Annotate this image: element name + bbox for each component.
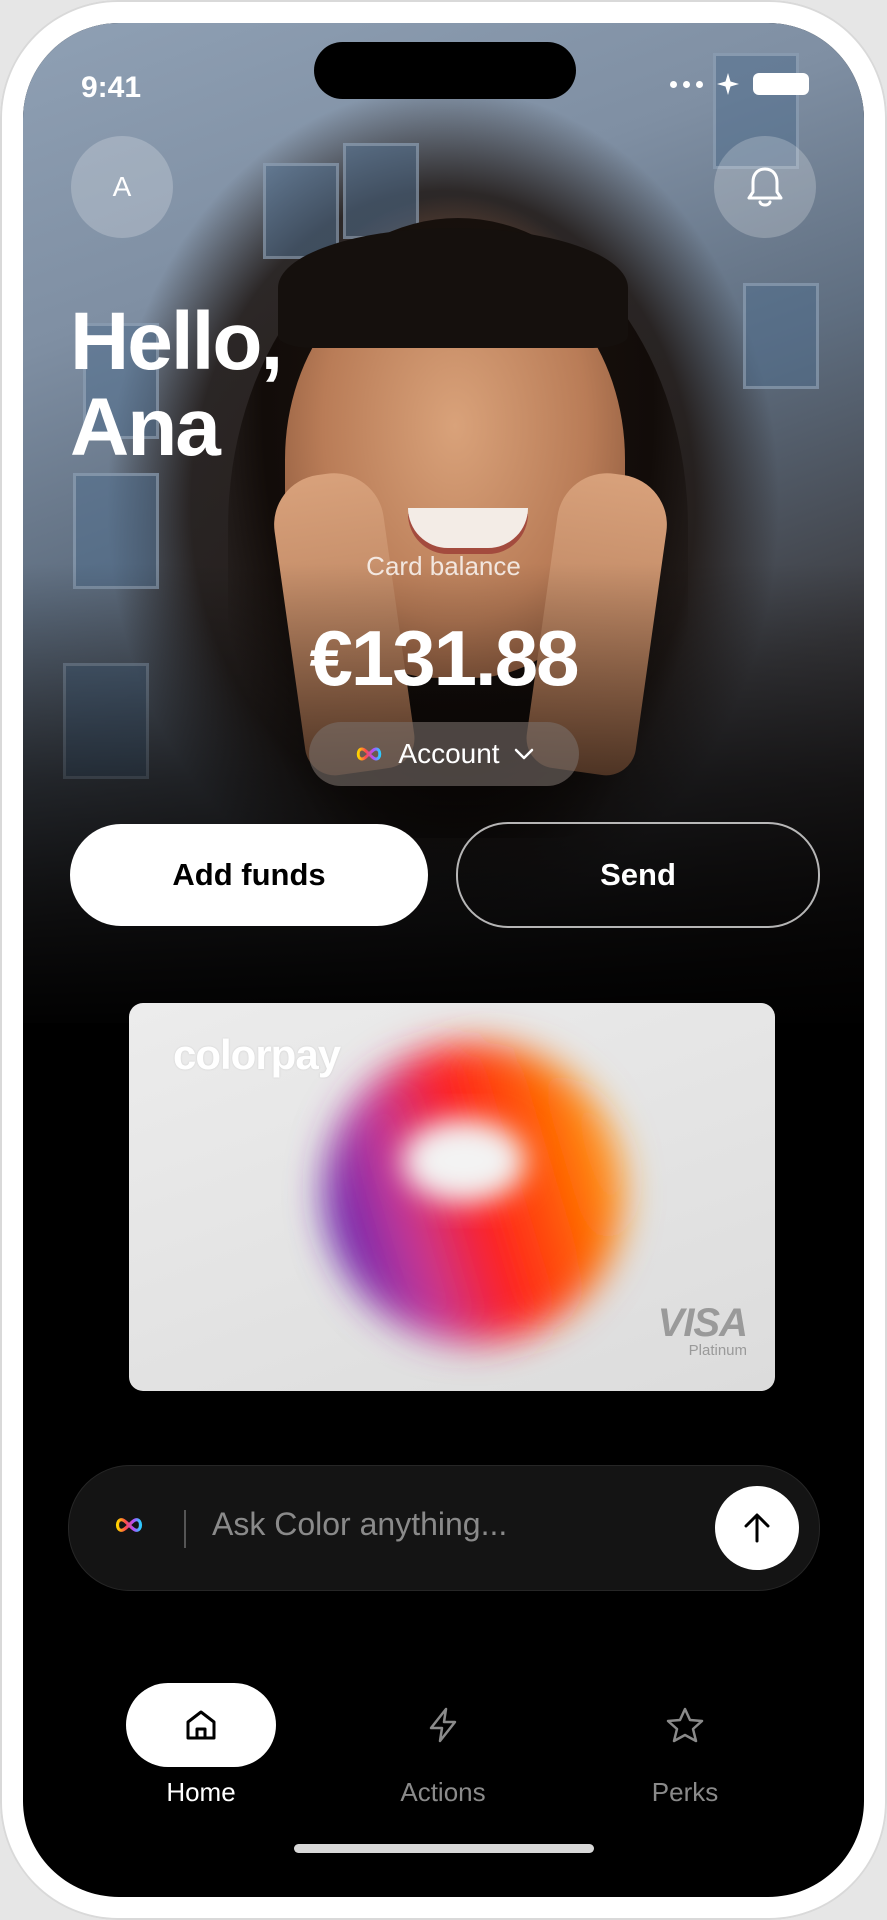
tab-home[interactable]: Home xyxy=(126,1683,276,1808)
avatar-button[interactable]: A xyxy=(71,136,173,238)
tab-perks-highlight xyxy=(610,1683,760,1767)
tab-actions-highlight xyxy=(368,1683,518,1767)
home-indicator xyxy=(294,1844,594,1853)
ask-color-bar[interactable]: Ask Color anything... xyxy=(68,1465,820,1591)
tab-actions-label: Actions xyxy=(400,1777,486,1807)
status-time: 9:41 xyxy=(81,71,142,104)
avatar-initial: A xyxy=(112,171,132,202)
send-button[interactable]: Send xyxy=(456,822,820,928)
card-network: VISA Platinum xyxy=(657,1301,748,1359)
greeting: Hello, Ana xyxy=(70,296,283,473)
balance-amount: €131.88 xyxy=(309,614,580,702)
visa-logo: VISA xyxy=(657,1301,748,1345)
colorpay-logo-icon xyxy=(115,1518,143,1532)
home-icon xyxy=(186,1710,216,1740)
tab-actions[interactable]: Actions xyxy=(368,1683,518,1808)
signal-dots-icon xyxy=(670,80,703,88)
ask-send-button[interactable] xyxy=(715,1486,799,1570)
card-brand-text: colorpay xyxy=(173,1031,341,1078)
balance-label: Card balance xyxy=(366,551,521,581)
add-funds-button[interactable]: Add funds xyxy=(70,824,428,926)
tab-home-highlight xyxy=(126,1683,276,1767)
account-label: Account xyxy=(398,738,500,769)
greeting-line-1: Hello, xyxy=(70,296,283,387)
battery-icon xyxy=(753,73,809,95)
device-frame: 9:41 A Hello, Ana Card balance €131.88 A… xyxy=(0,0,887,1920)
colorpay-logo-icon xyxy=(357,747,382,761)
tab-home-label: Home xyxy=(166,1777,236,1807)
dynamic-island xyxy=(314,42,576,99)
bell-icon xyxy=(747,167,783,207)
tab-perks-label: Perks xyxy=(651,1777,719,1807)
star-icon xyxy=(666,1707,704,1743)
lightning-icon xyxy=(429,1707,457,1743)
tab-perks[interactable]: Perks xyxy=(610,1683,760,1808)
bangs xyxy=(278,228,628,348)
notifications-button[interactable] xyxy=(714,136,816,238)
building-window xyxy=(743,283,819,389)
arrow-up-icon xyxy=(744,1513,770,1543)
building-window xyxy=(263,163,339,259)
payment-card[interactable]: colorpay VISA Platinum xyxy=(129,1003,775,1391)
card-brand-logo: colorpay xyxy=(173,1031,341,1079)
greeting-name: Ana xyxy=(70,382,221,473)
chevron-down-icon xyxy=(514,748,533,760)
sparkle-icon xyxy=(717,73,739,95)
ask-divider xyxy=(184,1510,186,1548)
screen: 9:41 A Hello, Ana Card balance €131.88 A… xyxy=(23,23,864,1897)
status-icons xyxy=(670,73,809,95)
ask-input[interactable]: Ask Color anything... xyxy=(212,1506,507,1543)
account-selector[interactable]: Account xyxy=(309,722,579,786)
